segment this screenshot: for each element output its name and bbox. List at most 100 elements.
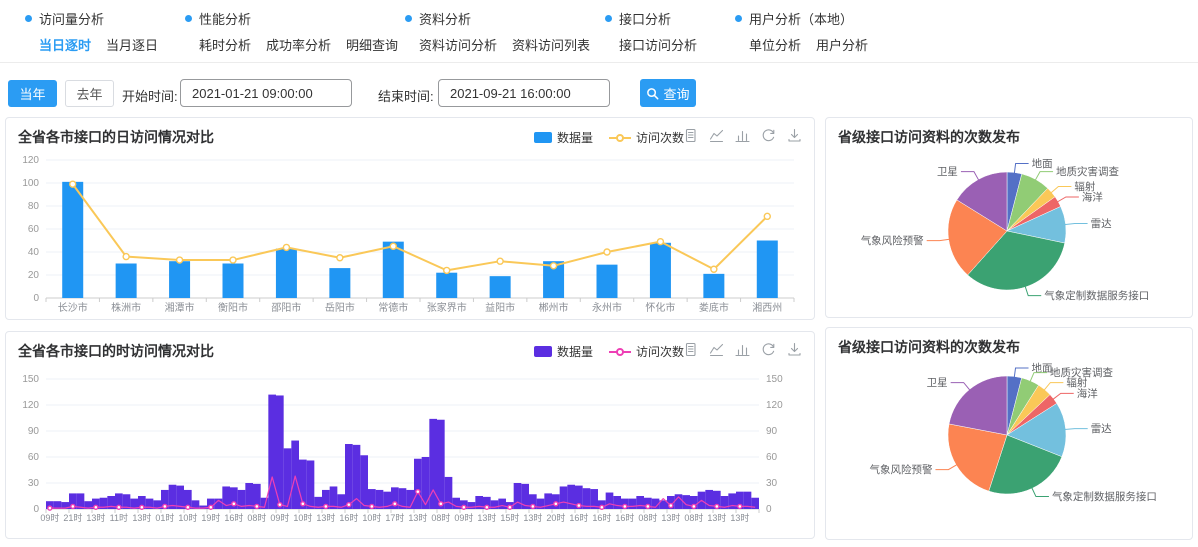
legend-item-bar[interactable]: 数据量 xyxy=(534,129,593,146)
nav-item[interactable]: 资料访问列表 xyxy=(512,35,590,54)
panel-pie-top: 省级接口访问资料的次数发布 地面地质灾害调查辐射海洋雷达气象定制数据服务接口气象… xyxy=(825,117,1193,318)
svg-text:岳阳市: 岳阳市 xyxy=(325,301,355,314)
start-time-label: 开始时间: xyxy=(122,86,178,105)
daily-bar-line-chart: 020406080100120长沙市株洲市湘潭市衡阳市邵阳市岳阳市常德市张家界市… xyxy=(6,148,814,318)
svg-text:08时: 08时 xyxy=(247,512,266,523)
panel-pie-bottom: 省级接口访问资料的次数发布 地面地质灾害调查辐射海洋雷达气象定制数据服务接口气象… xyxy=(825,327,1193,540)
svg-text:株洲市: 株洲市 xyxy=(111,301,141,314)
pie-label: 地质灾害调查 xyxy=(1056,165,1119,178)
nav-group-title: 访问量分析 xyxy=(25,9,158,28)
bullet-icon xyxy=(605,15,612,22)
line-chart-icon[interactable] xyxy=(709,342,724,357)
search-button[interactable]: 查询 xyxy=(640,79,696,107)
start-time-input[interactable] xyxy=(180,79,352,107)
nav-item[interactable]: 接口访问分析 xyxy=(619,35,697,54)
svg-text:13时: 13时 xyxy=(408,512,427,523)
svg-text:21时: 21时 xyxy=(63,512,82,523)
pie-label: 雷达 xyxy=(1091,218,1113,230)
download-icon[interactable] xyxy=(787,128,802,143)
svg-text:16时: 16时 xyxy=(569,512,588,523)
svg-text:20: 20 xyxy=(28,270,40,281)
legend-item-line[interactable]: 访问次数 xyxy=(609,343,684,360)
nav-group: 接口分析接口访问分析 xyxy=(605,9,697,54)
pie-label: 雷达 xyxy=(1091,423,1113,435)
end-time-label: 结束时间: xyxy=(378,86,434,105)
svg-text:08时: 08时 xyxy=(638,512,657,523)
legend-line-swatch-icon xyxy=(609,347,631,357)
svg-text:永州市: 永州市 xyxy=(592,301,622,314)
nav-group: 性能分析耗时分析成功率分析明细查询 xyxy=(185,9,398,54)
svg-text:150: 150 xyxy=(766,374,783,385)
restore-icon[interactable] xyxy=(761,342,776,357)
nav-item[interactable]: 成功率分析 xyxy=(266,35,331,54)
pie-label: 海洋 xyxy=(1077,387,1098,400)
bullet-icon xyxy=(405,15,412,22)
last-year-button[interactable]: 去年 xyxy=(65,80,114,107)
svg-text:120: 120 xyxy=(22,155,39,166)
svg-text:13时: 13时 xyxy=(316,512,335,523)
svg-text:08时: 08时 xyxy=(684,512,703,523)
pie-bottom-title: 省级接口访问资料的次数发布 xyxy=(838,337,1020,357)
svg-text:怀化市: 怀化市 xyxy=(645,301,675,314)
svg-text:10时: 10时 xyxy=(362,512,381,523)
legend-bar-swatch-icon xyxy=(534,346,552,357)
svg-text:湘西州: 湘西州 xyxy=(752,301,782,314)
svg-text:益阳市: 益阳市 xyxy=(485,301,515,314)
svg-text:90: 90 xyxy=(766,426,778,437)
pie-label: 地面 xyxy=(1032,157,1053,170)
data-view-icon[interactable] xyxy=(683,342,698,357)
svg-text:13时: 13时 xyxy=(477,512,496,523)
nav-divider xyxy=(0,62,1198,63)
nav-item[interactable]: 当日逐时 xyxy=(39,35,91,54)
svg-text:13时: 13时 xyxy=(132,512,151,523)
svg-text:09时: 09时 xyxy=(40,512,59,523)
hourly-bar-line-chart: 0030306060909012012015015009时21时13时11时13… xyxy=(6,362,814,538)
svg-text:19时: 19时 xyxy=(201,512,220,523)
svg-text:09时: 09时 xyxy=(270,512,289,523)
svg-text:30: 30 xyxy=(28,478,40,489)
nav-group-title: 用户分析（本地） xyxy=(735,9,868,28)
nav-group-title: 性能分析 xyxy=(185,9,398,28)
hourly-chart-legend: 数据量访问次数 xyxy=(534,343,684,360)
svg-text:16时: 16时 xyxy=(224,512,243,523)
pie-label: 气象定制数据服务接口 xyxy=(1052,490,1157,503)
nav-group: 用户分析（本地） 单位分析用户分析 xyxy=(735,9,868,54)
nav-item[interactable]: 用户分析 xyxy=(816,35,868,54)
daily-chart-title: 全省各市接口的日访问情况对比 xyxy=(18,127,214,147)
download-icon[interactable] xyxy=(787,342,802,357)
bar-chart-icon[interactable] xyxy=(735,342,750,357)
this-year-button[interactable]: 当年 xyxy=(8,80,57,107)
legend-item-bar[interactable]: 数据量 xyxy=(534,343,593,360)
svg-text:衡阳市: 衡阳市 xyxy=(218,301,248,314)
svg-text:17时: 17时 xyxy=(385,512,404,523)
chart-toolbox xyxy=(683,128,802,143)
legend-item-line[interactable]: 访问次数 xyxy=(609,129,684,146)
pie-top-title: 省级接口访问资料的次数发布 xyxy=(838,127,1020,147)
bar-chart-icon[interactable] xyxy=(735,128,750,143)
panel-hourly-chart: 全省各市接口的时访问情况对比 数据量访问次数 00303060609090120… xyxy=(5,331,815,539)
svg-text:16时: 16时 xyxy=(615,512,634,523)
nav-item[interactable]: 耗时分析 xyxy=(199,35,251,54)
svg-text:郴州市: 郴州市 xyxy=(539,301,569,314)
svg-text:11时: 11时 xyxy=(110,512,128,523)
pie-label: 海洋 xyxy=(1082,191,1103,204)
nav-item[interactable]: 资料访问分析 xyxy=(419,35,497,54)
svg-text:0: 0 xyxy=(766,504,772,515)
svg-text:13时: 13时 xyxy=(661,512,680,523)
svg-text:16时: 16时 xyxy=(592,512,611,523)
nav-item[interactable]: 单位分析 xyxy=(749,35,801,54)
restore-icon[interactable] xyxy=(761,128,776,143)
nav-item[interactable]: 明细查询 xyxy=(346,35,398,54)
svg-text:10时: 10时 xyxy=(293,512,312,523)
svg-text:01时: 01时 xyxy=(155,512,174,523)
data-view-icon[interactable] xyxy=(683,128,698,143)
svg-text:09时: 09时 xyxy=(454,512,473,523)
end-time-input[interactable] xyxy=(438,79,610,107)
nav-group: 访问量分析当日逐时当月逐日 xyxy=(25,9,158,54)
pie-label: 卫星 xyxy=(937,166,958,178)
svg-text:08时: 08时 xyxy=(431,512,450,523)
line-chart-icon[interactable] xyxy=(709,128,724,143)
nav-item[interactable]: 当月逐日 xyxy=(106,35,158,54)
svg-text:60: 60 xyxy=(766,452,778,463)
svg-text:40: 40 xyxy=(28,247,40,258)
